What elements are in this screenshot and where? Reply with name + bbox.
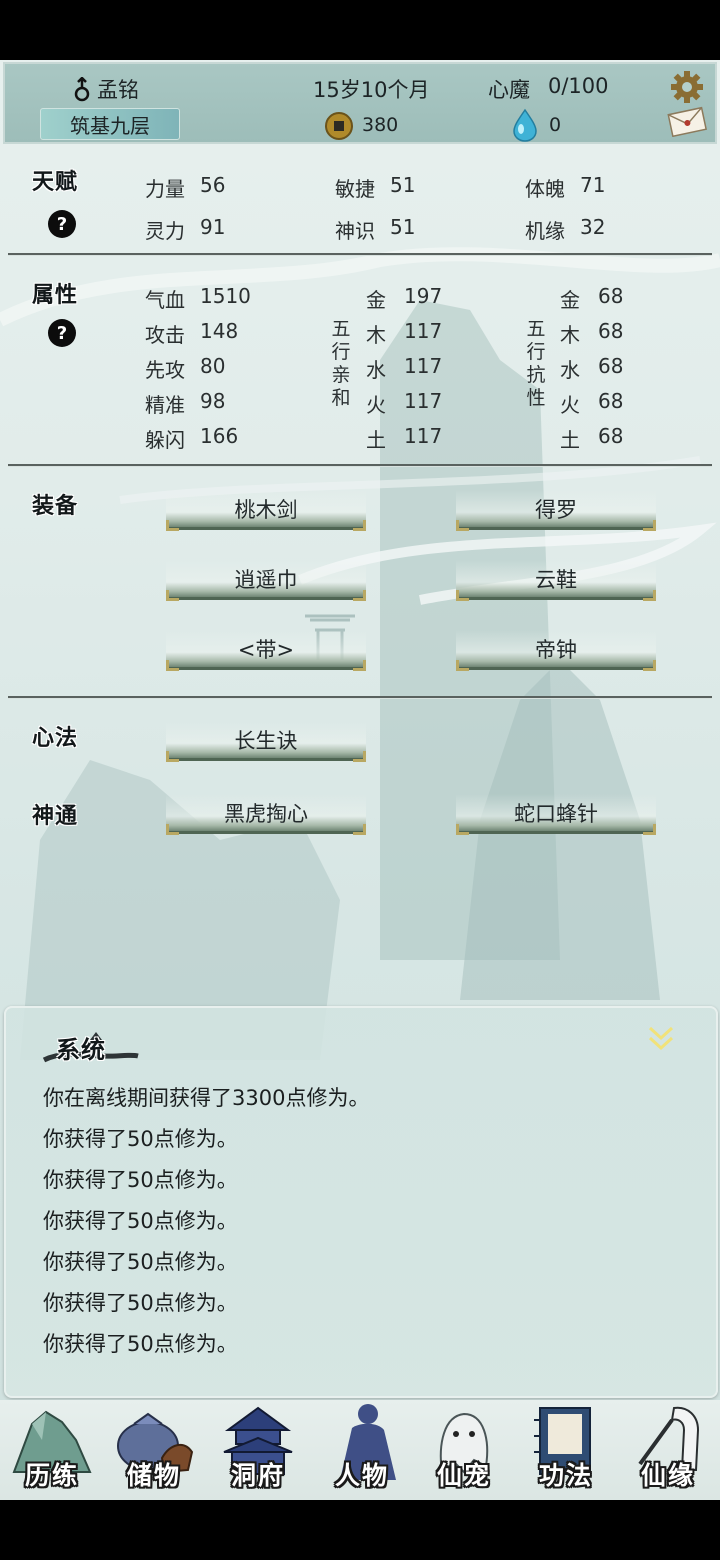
nav-training[interactable]: 历练 [2,1400,102,1500]
talent-value-physique: 71 [580,173,606,197]
collapse-chevron-down-icon[interactable] [646,1024,676,1054]
nav-techniques[interactable]: 功法 [516,1400,616,1500]
skill-slot-2[interactable]: 蛇口蜂针 [456,794,656,835]
resist-value-water: 68 [598,354,624,378]
attr-label-initiative: 先攻 [145,358,185,382]
affinity-element-fire: 火 [366,393,386,417]
skill-slot-1[interactable]: 黑虎掏心 [166,794,366,835]
equip-slot-headwear[interactable]: 逍遥巾 [166,560,366,601]
affinity-value-earth: 117 [404,424,443,448]
character-name: 孟铭 [97,78,139,102]
resist-element-metal: 金 [560,288,580,312]
attr-label-attack: 攻击 [145,323,185,347]
skills-section-title: 神通 [32,803,79,829]
resist-element-water: 水 [560,358,580,382]
talent-label-physique: 体魄 [525,177,565,201]
log-line: 你获得了50点修为。 [43,1127,238,1151]
spirit-gem-icon [513,108,537,142]
attr-value-hp: 1510 [200,284,251,308]
attr-label-hp: 气血 [145,288,185,312]
log-line: 你获得了50点修为。 [43,1291,238,1315]
bottom-navigation: 历练 储物 洞府 人物 仙宠 功法 仙缘 [0,1400,720,1500]
section-divider [8,696,712,699]
character-age: 15岁10个月 [313,78,430,102]
talent-value-strength: 56 [200,173,226,197]
nav-fortune[interactable]: 仙缘 [618,1400,718,1500]
attr-value-evasion: 166 [200,424,239,448]
talent-value-agility: 51 [390,173,416,197]
resist-value-earth: 68 [598,424,624,448]
attr-value-accuracy: 98 [200,389,226,413]
affinity-element-wood: 木 [366,323,386,347]
affinity-value-water: 117 [404,354,443,378]
mail-envelope-icon[interactable] [667,105,707,137]
talent-label-fortune: 机缘 [525,219,565,243]
talent-value-spirit: 91 [200,215,226,239]
gem-amount: 0 [549,114,562,136]
affinity-value-wood: 117 [404,319,443,343]
settings-gear-icon[interactable] [670,70,704,104]
resist-vertical-title: 五 行 抗 性 [526,318,546,409]
talent-section-title: 天赋 [32,169,79,195]
nav-storage[interactable]: 储物 [104,1400,204,1500]
section-divider [8,253,712,256]
attr-value-attack: 148 [200,319,239,343]
affinity-element-earth: 土 [366,428,386,452]
log-line: 你获得了50点修为。 [43,1168,238,1192]
equip-slot-shoes[interactable]: 云鞋 [456,560,656,601]
resist-element-wood: 木 [560,323,580,347]
copper-coin-icon [325,112,353,140]
resist-value-metal: 68 [598,284,624,308]
game-screen: 孟铭 筑基九层 15岁10个月 心魔 0/100 380 0 天赋 ? 力量 5… [0,60,720,1500]
resist-value-fire: 68 [598,389,624,413]
equip-slot-accessory[interactable]: 帝钟 [456,630,656,671]
equip-slot-belt[interactable]: <带> [166,630,366,671]
section-divider [8,464,712,467]
talent-help-icon[interactable]: ? [48,210,76,238]
affinity-value-metal: 197 [404,284,443,308]
heart-demon-label: 心魔 [488,78,530,102]
nav-cave-dwelling[interactable]: 洞府 [208,1400,308,1500]
talent-label-agility: 敏捷 [335,177,375,201]
method-section-title: 心法 [32,725,79,751]
log-line: 你在离线期间获得了3300点修为。 [43,1086,370,1110]
resist-value-wood: 68 [598,319,624,343]
affinity-vertical-title: 五 行 亲 和 [331,318,351,409]
system-log-panel[interactable]: 系统 你在离线期间获得了3300点修为。 你获得了50点修为。 你获得了50点修… [4,1006,718,1398]
log-line: 你获得了50点修为。 [43,1332,238,1356]
equipment-section-title: 装备 [32,493,79,519]
resist-element-fire: 火 [560,393,580,417]
resist-element-earth: 土 [560,428,580,452]
realm-badge: 筑基九层 [40,108,180,140]
heart-demon-value: 0/100 [548,74,609,98]
affinity-element-water: 水 [366,358,386,382]
attr-value-initiative: 80 [200,354,226,378]
affinity-value-fire: 117 [404,389,443,413]
equip-slot-weapon[interactable]: 桃木剑 [166,490,366,531]
log-line: 你获得了50点修为。 [43,1250,238,1274]
talent-label-strength: 力量 [145,177,185,201]
method-slot[interactable]: 长生诀 [166,721,366,762]
talent-value-perception: 51 [390,215,416,239]
attr-label-evasion: 躲闪 [145,428,185,452]
talent-label-spirit: 灵力 [145,219,185,243]
coin-amount: 380 [362,114,399,136]
attr-label-accuracy: 精准 [145,393,185,417]
attributes-section-title: 属性 [32,282,79,308]
nav-character[interactable]: 人物 [312,1400,412,1500]
affinity-element-metal: 金 [366,288,386,312]
talent-label-perception: 神识 [335,219,375,243]
talent-value-fortune: 32 [580,215,606,239]
log-title: 系统 [56,1035,106,1064]
nav-spirit-pet[interactable]: 仙宠 [414,1400,514,1500]
log-line: 你获得了50点修为。 [43,1209,238,1233]
gender-male-icon [74,77,90,102]
log-lines: 你在离线期间获得了3300点修为。 你获得了50点修为。 你获得了50点修为。 … [43,1078,683,1365]
attributes-help-icon[interactable]: ? [48,319,76,347]
equip-slot-robe[interactable]: 得罗 [456,490,656,531]
